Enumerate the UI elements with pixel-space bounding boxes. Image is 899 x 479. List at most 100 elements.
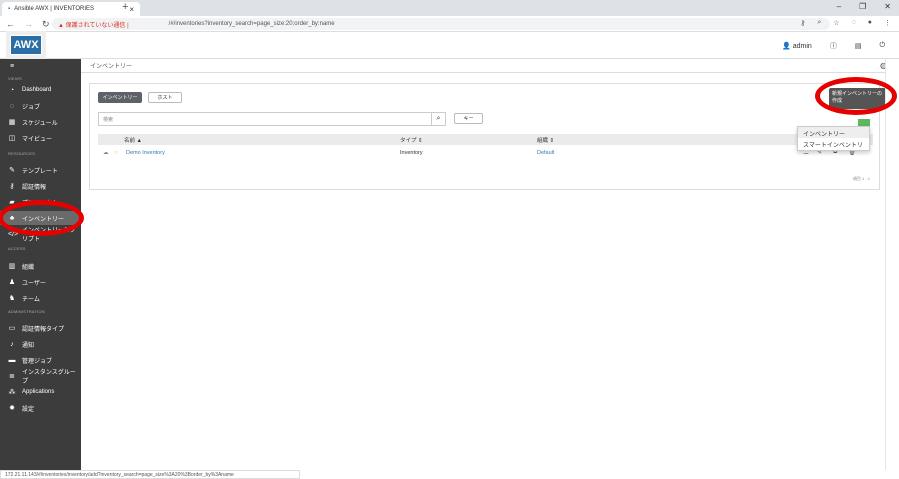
sidebar-item-label: マイビュー <box>22 136 53 143</box>
briefcase-icon: ▬ <box>8 356 16 364</box>
dashboard-icon: ◔ <box>9 86 15 94</box>
user-menu[interactable]: 👤 admin <box>782 42 812 50</box>
search-input[interactable]: 検索 <box>98 112 432 126</box>
tab-hosts[interactable]: ホスト <box>148 92 182 103</box>
sidebar-item-label: 設定 <box>22 406 35 413</box>
forward-icon[interactable]: → <box>24 19 33 30</box>
key-icon: ⚷ <box>9 183 15 190</box>
url-text: /#/inventories?inventory_search=page_siz… <box>168 21 335 27</box>
section-administration: ADMINISTRATION <box>8 309 45 314</box>
sidebar-item-building[interactable]: ▥ 組織 <box>0 259 81 273</box>
status-bar: 172.21.11.143/#/inventories/inventory/ad… <box>0 470 300 479</box>
sidebar-item-label: チーム <box>22 296 40 303</box>
sidebar-item-columns[interactable]: ◫ マイビュー <box>0 131 81 145</box>
inventory-name-link[interactable]: Demo Inventory <box>126 150 165 156</box>
sidebar-item-cog[interactable]: ✹ 設定 <box>0 401 81 415</box>
sidebar-item-calendar[interactable]: ▦ スケジュール <box>0 115 81 129</box>
sidebar-item-user[interactable]: ♟ ユーザー <box>0 275 81 289</box>
sidebar-item-label: Applications <box>22 389 55 395</box>
bell-icon: ♪ <box>10 340 14 348</box>
cubes-icon: ⁂ <box>8 389 16 396</box>
cog-icon: ✹ <box>9 405 15 412</box>
docs-icon[interactable]: ▤ <box>855 42 862 50</box>
close-window-icon[interactable]: ✕ <box>884 2 891 11</box>
sidebar-item-briefcase[interactable]: ▬ 管理ジョブ <box>0 353 81 367</box>
sidebar-item-server[interactable]: ≣ インスタンスグループ <box>0 369 81 385</box>
sidebar-item-jobs[interactable]: ◌ ジョブ <box>0 99 81 113</box>
reload-icon[interactable]: ↻ <box>42 19 50 30</box>
url-input[interactable]: ▲ 保護されていない通信 | /#/inventories?inventory_s… <box>52 18 830 30</box>
table-row: ☁ ○ Demo Inventory Inventory Default <box>98 148 873 159</box>
sidebar-item-label: Dashboard <box>22 87 52 93</box>
breadcrumb: インベントリー ◍ <box>81 59 899 73</box>
server-icon: ≣ <box>9 373 15 380</box>
sidebar-item-cubes[interactable]: ⁂ Applications <box>0 385 81 399</box>
column-type[interactable]: タイプ ⇕ <box>400 136 423 144</box>
right-gutter <box>885 59 899 470</box>
hamburger-icon[interactable]: ≡ <box>0 59 81 73</box>
inventory-type: Inventory <box>400 150 423 156</box>
sidebar-item-label: 組織 <box>22 264 35 271</box>
sidebar-item-label: 管理ジョブ <box>22 358 53 365</box>
id-card-icon: ▭ <box>8 325 16 332</box>
minimize-icon[interactable]: – <box>837 2 841 11</box>
columns-icon: ◫ <box>8 135 16 142</box>
users-icon: ♞ <box>8 295 16 302</box>
building-icon: ▥ <box>8 263 16 270</box>
back-icon[interactable]: ← <box>6 19 15 30</box>
column-organization[interactable]: 組織 ⇕ <box>537 136 554 144</box>
new-tab-button[interactable]: + <box>122 1 128 13</box>
sidebar-item-key[interactable]: ⚷ 認証情報 <box>0 179 81 193</box>
template-icon: ✎ <box>9 167 15 174</box>
tab-inventories[interactable]: インベントリー <box>98 92 142 103</box>
extension-icon[interactable]: ◌ <box>852 19 856 27</box>
sidebar-item-label: 認証情報 <box>22 184 47 191</box>
star-icon[interactable]: ☆ <box>833 19 839 27</box>
sidebar-item-id-card[interactable]: ▭ 認証情報タイプ <box>0 321 81 335</box>
profile-icon[interactable]: ● <box>868 19 872 27</box>
browser-tabbar: ▪ Ansible AWX | INVENTORIES × + – ❐ ✕ <box>0 0 899 16</box>
browser-tab[interactable]: ▪ Ansible AWX | INVENTORIES × <box>2 2 140 16</box>
logout-icon[interactable]: ⏻ <box>879 42 885 50</box>
awx-logo[interactable]: AWX <box>10 35 42 55</box>
insecure-warning[interactable]: ▲ 保護されていない通信 | <box>58 20 129 29</box>
section-resources: RESOURCES <box>8 151 36 156</box>
organization-link[interactable]: Default <box>537 150 554 156</box>
close-tab-icon[interactable]: × <box>129 5 134 14</box>
sidebar-item-label: 認証情報タイプ <box>22 326 65 333</box>
sidebar-item-dashboard[interactable]: ◔ Dashboard <box>0 83 81 97</box>
key-button[interactable]: キー <box>454 113 483 124</box>
inventories-panel: インベントリー ホスト 検索 ⌕ キー 名前 ▲ タイプ ⇕ 組織 ⇕ ☁ ○ … <box>89 83 880 190</box>
add-dropdown-menu: インベントリー スマートインベントリー <box>797 126 870 158</box>
sidebar-item-label: ユーザー <box>22 280 46 287</box>
sidebar-item-bell[interactable]: ♪ 通知 <box>0 337 81 351</box>
search-icon[interactable]: ⌕ <box>431 112 446 126</box>
sidebar-item-label: スケジュール <box>22 120 58 127</box>
app-header: AWX 👤 admin ⓘ ▤ ⏻ <box>0 32 899 59</box>
sidebar-item-template[interactable]: ✎ テンプレート <box>0 163 81 177</box>
key-icon[interactable]: ⚷ <box>800 19 805 27</box>
table-header: 名前 ▲ タイプ ⇕ 組織 ⇕ <box>98 134 873 145</box>
zoom-icon[interactable]: ⌕ <box>817 19 821 27</box>
user-icon: ♟ <box>8 279 16 286</box>
menu-item-inventory[interactable]: インベントリー <box>798 127 869 138</box>
pagination-label: 項目 1 - 1 <box>852 176 870 181</box>
highlight-circle <box>0 200 84 236</box>
sidebar-item-label: 通知 <box>22 342 35 349</box>
awx-favicon-icon: ▪ <box>8 6 11 12</box>
sidebar-item-users[interactable]: ♞ チーム <box>0 291 81 305</box>
jobs-icon: ◌ <box>9 102 15 110</box>
cloud-icon: ☁ <box>103 150 109 156</box>
sidebar-item-label: ジョブ <box>22 104 41 111</box>
status-icon: ○ <box>114 150 118 156</box>
info-icon[interactable]: ⓘ <box>830 41 837 51</box>
menu-icon[interactable]: ⋮ <box>884 19 891 27</box>
address-bar: ← → ↻ ▲ 保護されていない通信 | /#/inventories?invento… <box>0 16 899 32</box>
sidebar-item-label: インスタンスグループ <box>21 370 76 385</box>
column-name[interactable]: 名前 ▲ <box>124 136 142 144</box>
maximize-icon[interactable]: ❐ <box>859 2 866 11</box>
sidebar-item-label: テンプレート <box>22 168 58 175</box>
section-views: VIEWS <box>8 76 22 81</box>
tab-title: Ansible AWX | INVENTORIES <box>14 6 95 12</box>
menu-item-smart-inventory[interactable]: スマートインベントリー <box>798 138 869 158</box>
